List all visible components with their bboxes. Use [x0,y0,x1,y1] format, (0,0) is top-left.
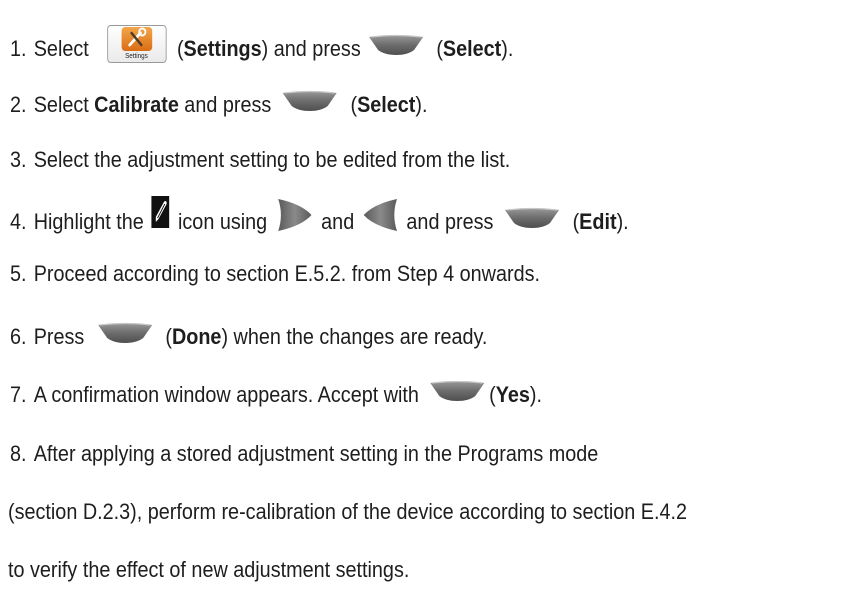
step-number: 5. [10,261,27,286]
step-text: and press [406,208,494,234]
step-8-continuation: to verify the effect of new adjustment s… [8,556,409,584]
step-number: 1. [10,35,27,61]
step-text: (section D.2.3), perform re-calibration … [8,499,688,524]
step-4: 4. Highlight the icon using and and pres… [10,196,629,239]
step-bold-term: Select [442,35,502,61]
settings-app-icon: Settings [106,24,167,63]
left-arrow-button-icon [363,198,399,239]
step-text: ). [529,381,542,407]
step-text: After applying a stored adjustment setti… [33,441,599,466]
settings-tile [121,26,152,51]
step-text: ). [501,35,514,61]
step-3: 3. Select the adjustment setting to be e… [10,146,510,174]
step-text: ). [415,91,428,117]
softkey-button-icon [504,207,560,236]
softkey-button-icon [368,34,424,63]
step-text: Proceed according to section E.5.2. from… [33,261,541,286]
softkey-button-icon [430,380,486,409]
step-bold-term: Yes [495,381,530,407]
step-text: Highlight the [33,208,144,234]
right-arrow-button-icon [276,198,312,239]
step-bold-term: Calibrate [94,91,179,117]
step-5: 5. Proceed according to section E.5.2. f… [10,260,540,288]
step-text: Select [33,91,89,117]
step-number: 6. [10,323,27,349]
step-text: ). [616,208,629,234]
step-text: A confirmation window appears. Accept wi… [33,381,419,407]
step-bold-term: Settings [183,35,262,61]
softkey-button-icon [282,90,338,119]
step-number: 8. [10,441,27,466]
step-number: 4. [10,208,27,234]
step-text: Press [33,323,85,349]
step-2: 2. Select Calibrate and press ( Select )… [10,90,428,119]
step-1: 1. Select Settings ( Settings ) and pres… [10,24,514,63]
step-bold-term: Done [171,323,222,349]
step-text: ) when the changes are ready. [221,323,488,349]
step-text: icon using [178,208,268,234]
step-number: 3. [10,147,27,172]
step-text: and [321,208,355,234]
step-number: 7. [10,381,27,407]
step-7: 7. A confirmation window appears. Accept… [10,380,542,409]
step-text: ) and press [261,35,361,61]
step-text: to verify the effect of new adjustment s… [8,557,410,582]
step-6: 6. Press ( Done ) when the changes are r… [10,322,487,351]
step-text: and press [184,91,272,117]
step-bold-term: Edit [579,208,617,234]
step-8: 8. After applying a stored adjustment se… [10,440,598,468]
step-number: 2. [10,91,27,117]
settings-icon-label: Settings [125,52,148,60]
step-text: Select [33,35,89,61]
softkey-button-icon [97,322,153,351]
step-bold-term: Select [357,91,416,117]
step-text: Select the adjustment setting to be edit… [33,147,511,172]
step-8-continuation: (section D.2.3), perform re-calibration … [8,498,687,526]
edit-pencil-icon [151,196,170,235]
